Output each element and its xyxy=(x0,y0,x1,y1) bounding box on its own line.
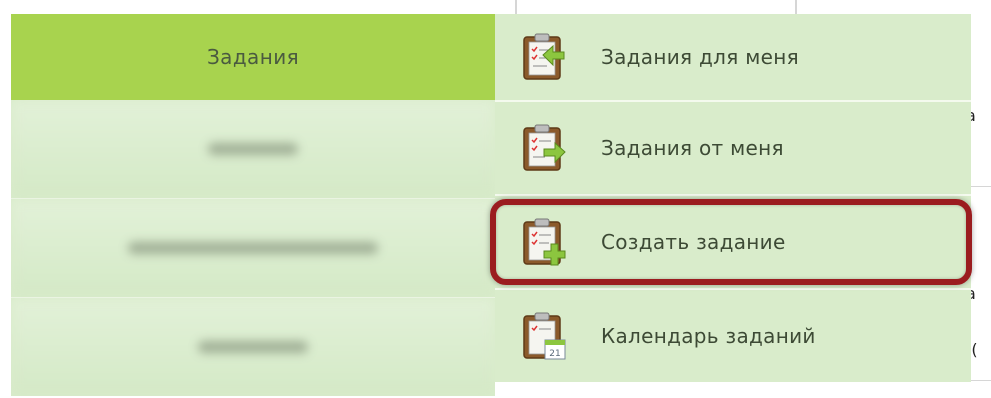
blurred-menu-item[interactable] xyxy=(11,100,495,198)
dropdown-item-label: Создать задание xyxy=(601,230,786,254)
clipboard-calendar-icon: 21 xyxy=(521,312,567,360)
dropdown-item-tasks-from-me[interactable]: Задания от меня xyxy=(495,100,971,194)
background-divider xyxy=(971,380,991,381)
dropdown-item-label: Задания от меня xyxy=(601,136,784,160)
clipboard-arrow-right-icon xyxy=(521,124,567,172)
dropdown-item-task-calendar[interactable]: 21 Календарь заданий xyxy=(495,288,971,382)
clipboard-plus-icon xyxy=(521,218,567,266)
dropdown-item-label: Задания для меня xyxy=(601,45,799,69)
blurred-label xyxy=(128,242,378,254)
menu-tab-label: Задания xyxy=(206,45,300,69)
clipboard-arrow-left-icon xyxy=(521,33,567,81)
background-divider xyxy=(971,186,991,187)
dropdown-item-tasks-for-me[interactable]: Задания для меня xyxy=(495,14,971,100)
calendar-day: 21 xyxy=(549,349,560,359)
background-divider xyxy=(515,0,517,14)
dropdown-item-create-task[interactable]: Создать задание xyxy=(495,194,971,288)
dropdown-item-label: Календарь заданий xyxy=(601,324,816,348)
tasks-dropdown-menu: Задания для меня Задания от меня Создать… xyxy=(495,14,971,382)
blurred-label xyxy=(208,143,298,155)
blurred-menu-item[interactable] xyxy=(11,297,495,396)
menu-tab-tasks[interactable]: Задания xyxy=(11,14,495,100)
blurred-label xyxy=(198,341,308,353)
background-divider xyxy=(795,0,797,14)
main-menu-column: Задания xyxy=(11,14,495,396)
blurred-menu-item[interactable] xyxy=(11,198,495,297)
